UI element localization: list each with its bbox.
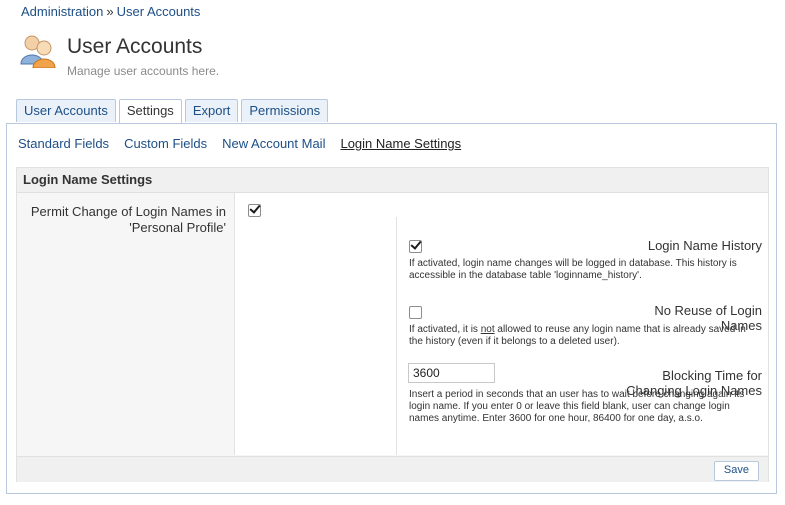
- subnav-login-name-settings[interactable]: Login Name Settings: [340, 136, 461, 151]
- login-name-history-checkbox[interactable]: [409, 240, 422, 253]
- breadcrumb-user-accounts-link[interactable]: User Accounts: [117, 4, 201, 19]
- permit-change-label: Permit Change of Login Names in 'Persona…: [30, 204, 226, 235]
- no-reuse-checkbox[interactable]: [409, 306, 422, 319]
- blocking-time-input[interactable]: [408, 363, 495, 383]
- page-subtitle: Manage user accounts here.: [67, 64, 220, 78]
- login-name-history-help: If activated, login name changes will be…: [409, 258, 737, 281]
- tab-export[interactable]: Export: [184, 99, 239, 122]
- breadcrumb-separator: »: [106, 4, 114, 19]
- settings-subnav: Standard Fields Custom Fields New Accoun…: [18, 136, 461, 151]
- page-title: User Accounts: [67, 35, 203, 58]
- tab-bar: User Accounts Settings Export Permission…: [16, 99, 329, 124]
- permit-change-label-cell: Permit Change of Login Names in 'Persona…: [17, 193, 235, 455]
- login-name-history-label: Login Name History: [647, 238, 762, 253]
- form-footer: Save: [17, 456, 768, 482]
- subnav-custom-fields[interactable]: Custom Fields: [124, 136, 207, 151]
- section-title: Login Name Settings: [17, 168, 768, 193]
- breadcrumb: Administration» User Accounts: [21, 4, 200, 19]
- breadcrumb-administration-link[interactable]: Administration: [21, 4, 103, 19]
- users-icon: [20, 35, 56, 68]
- tab-user-accounts[interactable]: User Accounts: [16, 99, 116, 122]
- subnav-standard-fields[interactable]: Standard Fields: [18, 136, 109, 151]
- sub-settings-labels: [235, 217, 397, 455]
- tab-permissions[interactable]: Permissions: [241, 99, 329, 122]
- permit-change-checkbox[interactable]: [248, 204, 261, 217]
- settings-panel: Standard Fields Custom Fields New Accoun…: [6, 123, 777, 494]
- save-button[interactable]: Save: [713, 461, 759, 481]
- no-reuse-help: If activated, it is not allowed to reuse…: [409, 324, 746, 347]
- blocking-time-help: Insert a period in seconds that an user …: [409, 389, 745, 424]
- subnav-new-account-mail[interactable]: New Account Mail: [222, 136, 325, 151]
- login-name-settings-box: Login Name Settings Permit Change of Log…: [16, 167, 769, 482]
- permit-change-field-cell: Login Name History If activated, login n…: [235, 193, 768, 455]
- tab-settings[interactable]: Settings: [118, 99, 182, 124]
